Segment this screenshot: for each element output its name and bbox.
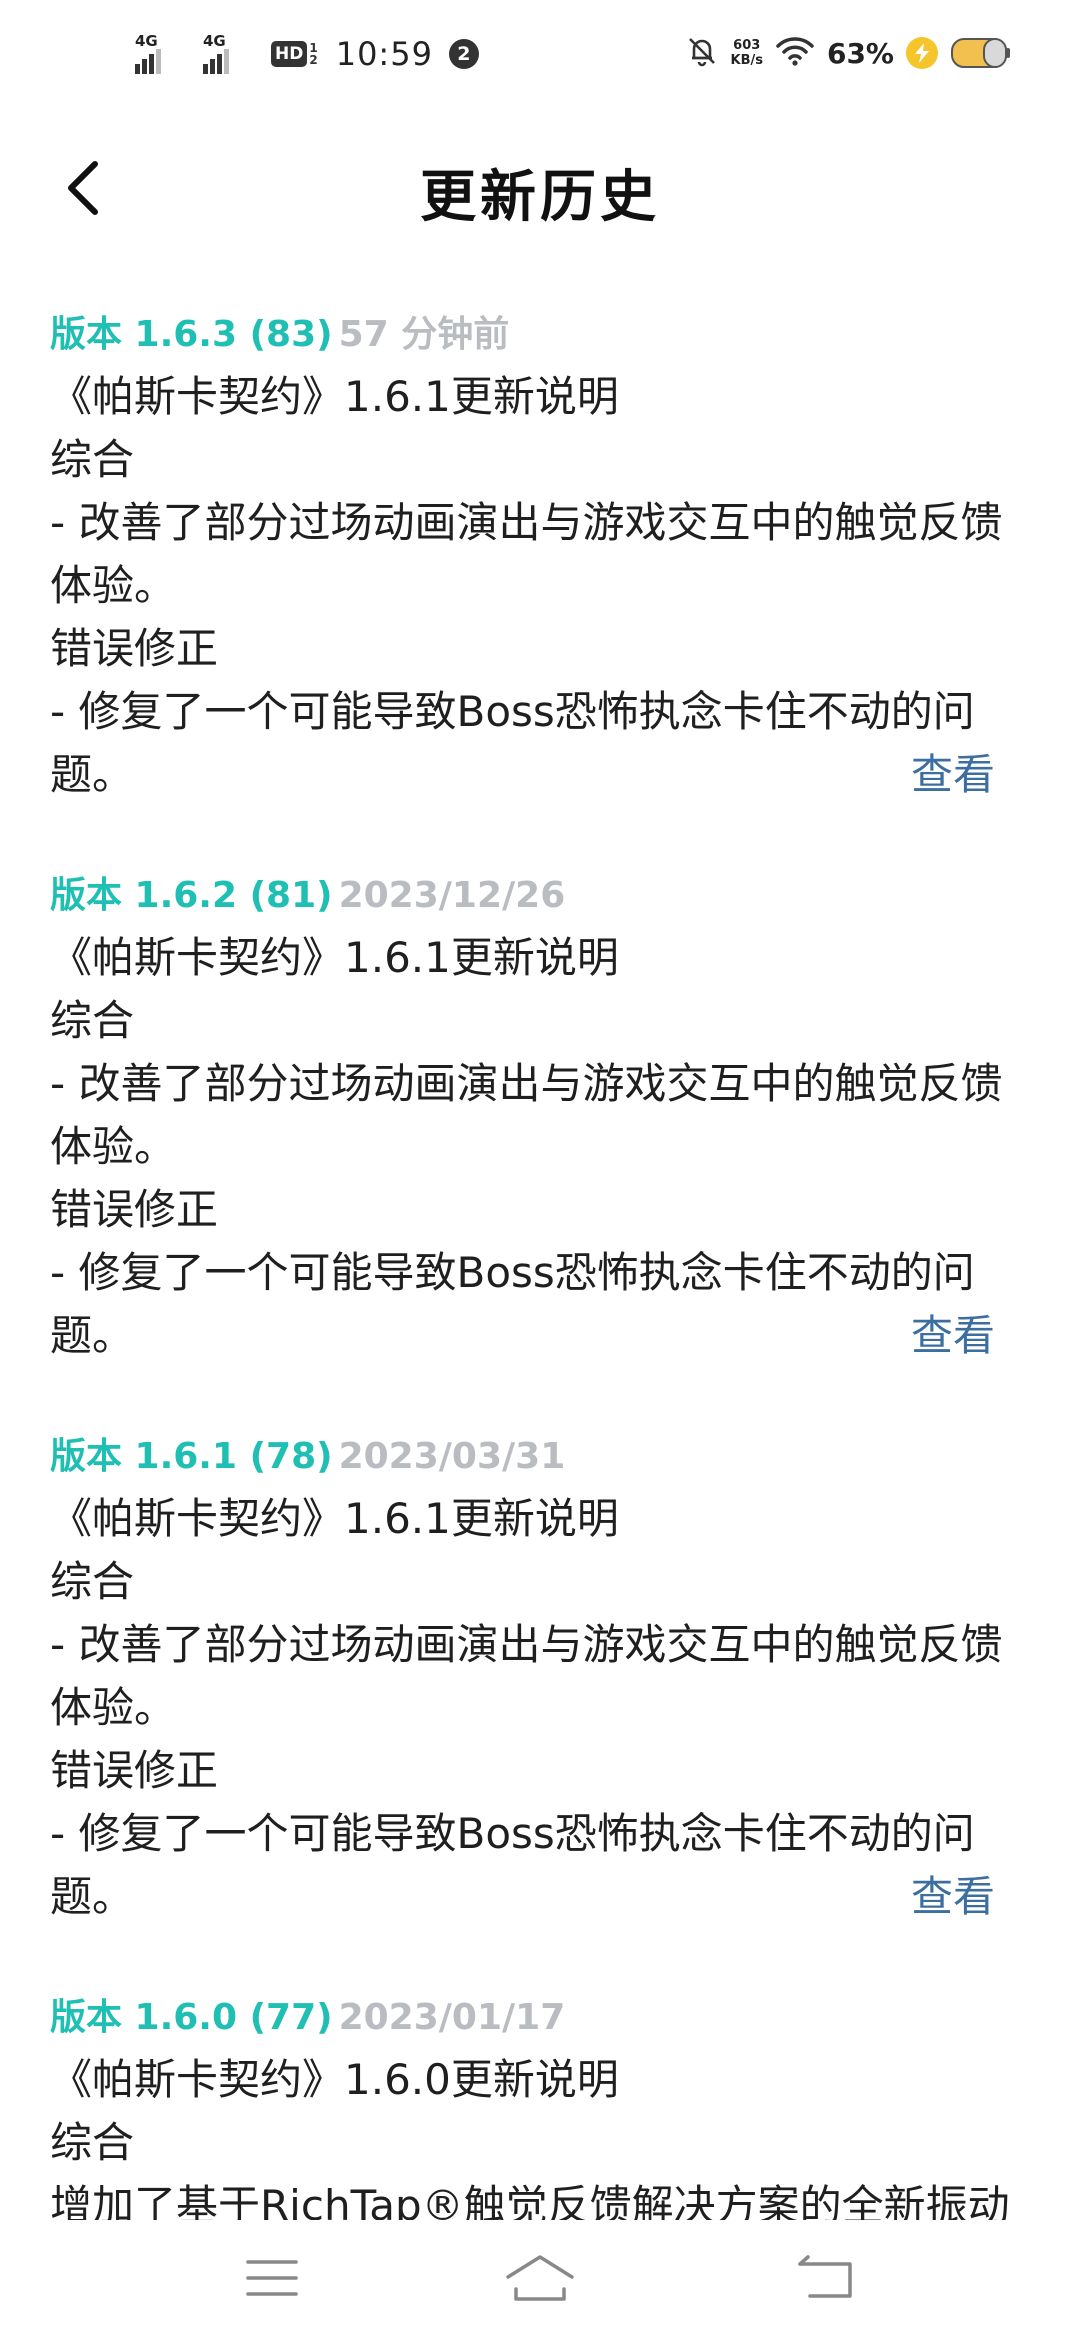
- net-speed-unit: KB/s: [730, 53, 763, 68]
- signal-bar: [149, 54, 154, 74]
- status-bar: 4G 4G HD 1 2 10:59 2 603 KB/s 63%: [0, 0, 1080, 120]
- battery-percent: 63%: [826, 36, 894, 70]
- hd-fraction: 1 2: [309, 42, 317, 66]
- version-entry: 版本 1.6.3 (83) 57 分钟前 《帕斯卡契约》1.6.1更新说明 综合 …: [50, 305, 1035, 806]
- view-link[interactable]: 查看: [911, 1304, 995, 1367]
- signal-type-label: 4G: [135, 32, 158, 50]
- signal-bar: [217, 54, 222, 74]
- system-nav-bar: [0, 2220, 1080, 2340]
- nav-back-button[interactable]: [776, 2250, 876, 2310]
- hd-icon: HD 1 2: [271, 41, 318, 67]
- release-notes: 《帕斯卡契约》1.6.1更新说明 综合 - 改善了部分过场动画演出与游戏交互中的…: [50, 933, 1003, 1360]
- menu-icon: [244, 2256, 300, 2304]
- signal-bar: [142, 59, 147, 74]
- net-speed: 603 KB/s: [731, 38, 763, 68]
- update-history-list: 版本 1.6.3 (83) 57 分钟前 《帕斯卡契约》1.6.1更新说明 综合 …: [50, 305, 1035, 2300]
- version-header: 版本 1.6.1 (78) 2023/03/31: [50, 1427, 1035, 1487]
- release-notes: 《帕斯卡契约》1.6.1更新说明 综合 - 改善了部分过场动画演出与游戏交互中的…: [50, 1494, 1003, 1921]
- signal-bar: [224, 49, 229, 74]
- page-title: 更新历史: [420, 165, 660, 230]
- signal-bar: [156, 49, 161, 74]
- version-date: 57 分钟前: [338, 314, 510, 355]
- back-icon: [796, 2254, 856, 2306]
- view-link[interactable]: 查看: [911, 1865, 995, 1928]
- hd-frac-bottom: 2: [309, 53, 318, 67]
- net-speed-value: 603: [733, 38, 761, 53]
- wifi-icon: [775, 35, 815, 71]
- clock: 10:59: [335, 35, 433, 73]
- battery-icon: [950, 35, 1012, 71]
- signal-bar: [210, 59, 215, 74]
- status-bar-right: 603 KB/s 63%: [685, 34, 1013, 72]
- version-label: 版本 1.6.0 (77): [50, 1997, 333, 2038]
- version-date: 2023/01/17: [338, 1997, 566, 2038]
- release-notes: 《帕斯卡契约》1.6.1更新说明 综合 - 改善了部分过场动画演出与游戏交互中的…: [50, 372, 1003, 799]
- app-header: 更新历史: [0, 120, 1080, 260]
- version-entry: 版本 1.6.1 (78) 2023/03/31 《帕斯卡契约》1.6.1更新说明…: [50, 1427, 1035, 1928]
- version-label: 版本 1.6.2 (81): [50, 875, 333, 916]
- version-date: 2023/12/26: [338, 875, 566, 916]
- notification-count-badge: 2: [448, 39, 479, 69]
- recents-button[interactable]: [222, 2250, 322, 2310]
- version-label: 版本 1.6.3 (83): [50, 314, 333, 355]
- view-link[interactable]: 查看: [911, 743, 995, 806]
- hd-label: HD: [271, 41, 308, 67]
- signal-bar: [135, 64, 140, 74]
- charging-icon: [906, 37, 938, 69]
- version-date: 2023/03/31: [338, 1436, 566, 1477]
- home-icon: [504, 2253, 576, 2307]
- status-bar-left: 4G 4G HD 1 2 10:59 2: [135, 32, 479, 74]
- version-entry: 版本 1.6.2 (81) 2023/12/26 《帕斯卡契约》1.6.1更新说明…: [50, 866, 1035, 1367]
- version-header: 版本 1.6.3 (83) 57 分钟前: [50, 305, 1035, 365]
- version-label: 版本 1.6.1 (78): [50, 1436, 333, 1477]
- signal-type-label: 4G: [203, 32, 226, 50]
- signal-icon: 4G: [203, 32, 259, 74]
- home-button[interactable]: [490, 2250, 590, 2310]
- signal-bar: [203, 64, 208, 74]
- version-header: 版本 1.6.2 (81) 2023/12/26: [50, 866, 1035, 926]
- version-header: 版本 1.6.0 (77) 2023/01/17: [50, 1988, 1035, 2048]
- mute-bell-icon: [685, 34, 719, 72]
- signal-icon: 4G: [135, 32, 191, 74]
